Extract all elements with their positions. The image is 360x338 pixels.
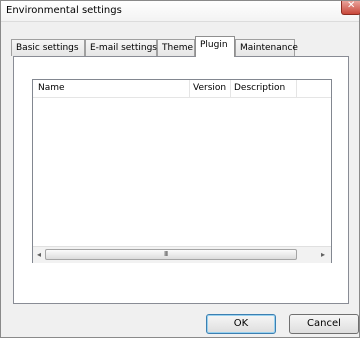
chevron-right-icon[interactable]: ▸	[317, 249, 329, 261]
grip-icon: III	[164, 250, 168, 258]
column-divider[interactable]	[296, 80, 297, 97]
tab-plugin[interactable]: Plugin	[195, 36, 235, 57]
scrollbar-thumb[interactable]: III	[45, 249, 297, 260]
tab-theme[interactable]: Theme	[157, 39, 195, 56]
column-header-description[interactable]: Description	[234, 83, 285, 93]
tab-maintenance[interactable]: Maintenance	[235, 39, 298, 56]
settings-dialog: Environmental settings ✕ Basic settings …	[0, 0, 360, 338]
close-button[interactable]: ✕	[341, 0, 360, 15]
horizontal-scrollbar[interactable]: ◂ III ▸	[33, 246, 331, 263]
plugin-tab-panel: Name Version Description ◂ III ▸	[13, 56, 349, 304]
plugin-list[interactable]: Name Version Description ◂ III ▸	[32, 79, 332, 263]
cancel-button[interactable]: Cancel	[289, 314, 359, 334]
title-bar[interactable]: Environmental settings	[1, 1, 359, 22]
plugin-list-header: Name Version Description	[33, 80, 331, 98]
column-header-name[interactable]: Name	[38, 83, 65, 93]
window-title: Environmental settings	[6, 5, 122, 16]
column-header-version[interactable]: Version	[193, 83, 226, 93]
column-divider[interactable]	[189, 80, 190, 97]
tab-basic-settings[interactable]: Basic settings	[11, 39, 85, 56]
ok-button[interactable]: OK	[206, 314, 276, 334]
close-icon: ✕	[347, 0, 356, 11]
column-divider[interactable]	[230, 80, 231, 97]
chevron-left-icon[interactable]: ◂	[33, 249, 45, 261]
tab-email-settings[interactable]: E-mail settings	[85, 39, 157, 56]
